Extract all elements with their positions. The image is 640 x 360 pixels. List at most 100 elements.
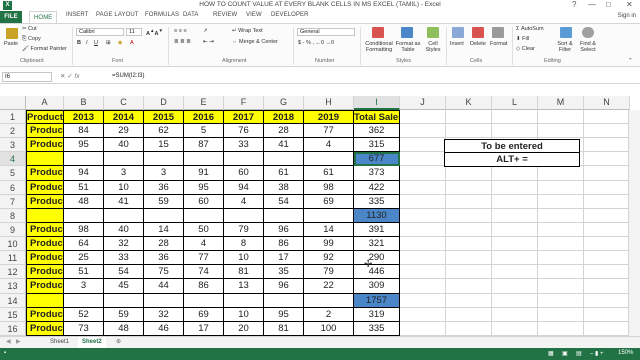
value-cell[interactable]: 32 bbox=[104, 237, 144, 252]
value-cell[interactable]: 96 bbox=[264, 222, 304, 238]
fill-color-icon[interactable]: ◆ bbox=[118, 40, 122, 46]
sheet-tab-sheet1[interactable]: Sheet1 bbox=[46, 337, 73, 348]
fx-icon[interactable]: fx bbox=[75, 73, 80, 80]
format-table-icon[interactable] bbox=[401, 27, 413, 38]
product-cell[interactable]: Product-3 bbox=[26, 222, 64, 238]
autosum-button[interactable]: Σ AutoSum bbox=[516, 26, 544, 32]
column-header-c[interactable]: C bbox=[104, 96, 144, 110]
value-cell[interactable] bbox=[184, 293, 224, 308]
view-pagebreak-icon[interactable]: ▤ bbox=[576, 350, 582, 357]
empty-cell[interactable] bbox=[400, 194, 446, 209]
total-cell[interactable]: 446 bbox=[354, 265, 400, 280]
collapse-ribbon-icon[interactable]: ⌃ bbox=[628, 58, 633, 64]
total-cell[interactable]: 373 bbox=[354, 166, 400, 181]
total-cell[interactable]: 335 bbox=[354, 194, 400, 209]
value-cell[interactable]: 99 bbox=[304, 237, 354, 252]
empty-cell[interactable] bbox=[446, 279, 492, 294]
value-cell[interactable]: 4 bbox=[184, 237, 224, 252]
value-cell[interactable] bbox=[144, 293, 184, 308]
empty-cell[interactable] bbox=[400, 307, 446, 322]
empty-cell[interactable] bbox=[446, 222, 492, 238]
value-cell[interactable]: 36 bbox=[144, 180, 184, 195]
row-header-1[interactable]: 1 bbox=[0, 110, 26, 125]
value-cell[interactable]: 28 bbox=[264, 124, 304, 139]
value-cell[interactable]: 4 bbox=[304, 138, 354, 153]
empty-cell[interactable] bbox=[400, 321, 446, 336]
value-cell[interactable] bbox=[184, 208, 224, 223]
empty-cell[interactable] bbox=[584, 265, 630, 280]
value-cell[interactable]: 98 bbox=[304, 180, 354, 195]
empty-cell[interactable] bbox=[538, 279, 584, 294]
value-cell[interactable] bbox=[224, 152, 264, 167]
format-as-table-button[interactable]: Format as Table bbox=[395, 41, 421, 53]
header-cell-h[interactable]: 2019 bbox=[304, 110, 354, 125]
header-cell-d[interactable]: 2015 bbox=[144, 110, 184, 125]
wrap-text-button[interactable]: ↵ Wrap Text bbox=[232, 28, 263, 34]
value-cell[interactable]: 33 bbox=[104, 251, 144, 266]
value-cell[interactable] bbox=[224, 208, 264, 223]
product-cell[interactable]: Product-4 bbox=[26, 307, 64, 322]
empty-cell[interactable] bbox=[492, 208, 538, 223]
empty-cell[interactable] bbox=[446, 166, 492, 181]
value-cell[interactable]: 79 bbox=[224, 222, 264, 238]
empty-cell[interactable] bbox=[584, 208, 630, 223]
column-header-l[interactable]: L bbox=[492, 96, 538, 110]
value-cell[interactable] bbox=[104, 293, 144, 308]
value-cell[interactable]: 61 bbox=[264, 166, 304, 181]
total-cell[interactable]: 391 bbox=[354, 222, 400, 238]
empty-cell[interactable] bbox=[584, 180, 630, 195]
value-cell[interactable]: 54 bbox=[104, 265, 144, 280]
value-cell[interactable]: 46 bbox=[144, 321, 184, 336]
value-cell[interactable] bbox=[144, 208, 184, 223]
value-cell[interactable]: 3 bbox=[64, 279, 104, 294]
value-cell[interactable]: 40 bbox=[104, 222, 144, 238]
align-top-icon[interactable]: ≡ ≡ ≡ bbox=[174, 28, 187, 34]
enter-icon[interactable]: ✓ bbox=[67, 73, 72, 80]
product-cell[interactable] bbox=[26, 152, 64, 167]
value-cell[interactable]: 81 bbox=[224, 265, 264, 280]
value-cell[interactable] bbox=[184, 152, 224, 167]
empty-cell[interactable] bbox=[584, 110, 630, 125]
empty-cell[interactable] bbox=[584, 251, 630, 266]
value-cell[interactable]: 3 bbox=[144, 166, 184, 181]
zoom-level[interactable]: 150% bbox=[618, 350, 633, 356]
value-cell[interactable]: 5 bbox=[184, 124, 224, 139]
row-header-6[interactable]: 6 bbox=[0, 180, 26, 195]
name-box[interactable]: I6 bbox=[2, 72, 52, 82]
value-cell[interactable]: 15 bbox=[144, 138, 184, 153]
header-cell-c[interactable]: 2014 bbox=[104, 110, 144, 125]
row-header-15[interactable]: 15 bbox=[0, 307, 26, 322]
find-select-button[interactable]: Find & Select bbox=[576, 41, 600, 53]
product-cell[interactable] bbox=[26, 208, 64, 223]
sort-filter-button[interactable]: Sort & Filter bbox=[553, 41, 577, 53]
value-cell[interactable] bbox=[144, 152, 184, 167]
empty-cell[interactable] bbox=[492, 124, 538, 139]
fill-button[interactable]: ⬇ Fill bbox=[516, 36, 529, 42]
value-cell[interactable]: 95 bbox=[184, 180, 224, 195]
empty-cell[interactable] bbox=[584, 279, 630, 294]
value-cell[interactable]: 62 bbox=[144, 124, 184, 139]
total-cell[interactable]: 422 bbox=[354, 180, 400, 195]
value-cell[interactable]: 54 bbox=[264, 194, 304, 209]
empty-cell[interactable] bbox=[492, 265, 538, 280]
value-cell[interactable]: 25 bbox=[64, 251, 104, 266]
select-all-corner[interactable] bbox=[0, 96, 26, 110]
value-cell[interactable]: 28 bbox=[144, 237, 184, 252]
empty-cell[interactable] bbox=[538, 293, 584, 308]
value-cell[interactable] bbox=[224, 293, 264, 308]
empty-cell[interactable] bbox=[400, 180, 446, 195]
tab-file[interactable]: FILE bbox=[0, 11, 22, 23]
empty-cell[interactable] bbox=[446, 265, 492, 280]
blank-total-cell[interactable]: 1757 bbox=[354, 293, 400, 308]
help-button[interactable]: ? bbox=[572, 0, 576, 9]
row-header-2[interactable]: 2 bbox=[0, 124, 26, 139]
value-cell[interactable]: 3 bbox=[104, 166, 144, 181]
value-cell[interactable]: 94 bbox=[64, 166, 104, 181]
column-header-b[interactable]: B bbox=[64, 96, 104, 110]
row-header-9[interactable]: 9 bbox=[0, 222, 26, 238]
row-header-8[interactable]: 8 bbox=[0, 208, 26, 223]
value-cell[interactable]: 77 bbox=[304, 124, 354, 139]
cut-button[interactable]: ✂ Cut bbox=[22, 26, 37, 32]
value-cell[interactable]: 41 bbox=[104, 194, 144, 209]
paste-button[interactable]: Paste bbox=[4, 41, 18, 47]
